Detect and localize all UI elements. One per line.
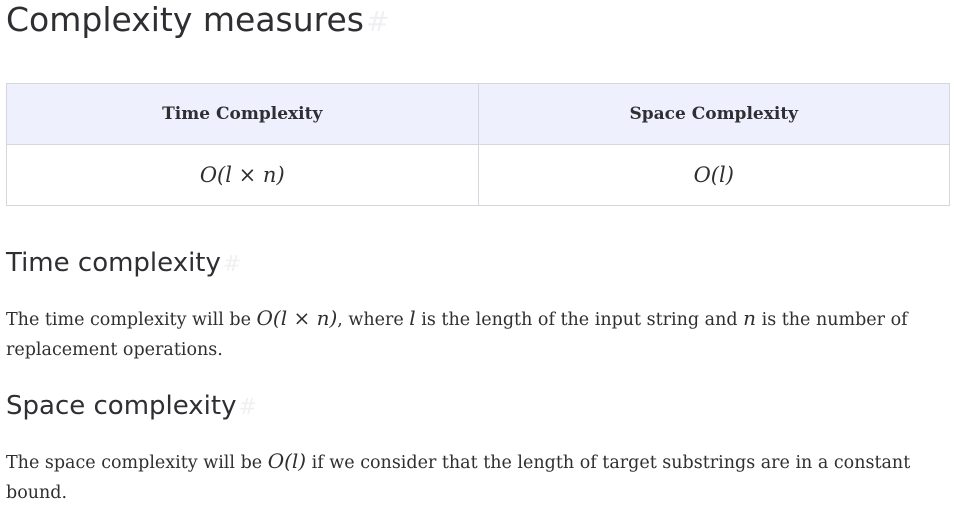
complexity-table: Time Complexity Space Complexity O(l × n… [6,83,950,206]
table-header-row: Time Complexity Space Complexity [6,83,950,145]
space-complexity-expression: O(l) [267,449,307,473]
variable-n: n [743,306,757,330]
time-text-before: The time complexity will be [6,310,257,330]
space-text-before: The space complexity will be [6,453,268,473]
space-complexity-anchor-link[interactable]: # [238,395,256,420]
page-title-text: Complexity measures [6,0,364,39]
space-complexity-heading: Space complexity# [6,388,257,426]
time-complexity-heading: Time complexity# [6,245,241,283]
time-text-mid2: is the length of the input string and [415,310,744,330]
time-complexity-anchor-link[interactable]: # [223,252,241,277]
cell-space-complexity: O(l) [477,144,950,206]
time-complexity-heading-text: Time complexity [6,248,221,278]
page-title: Complexity measures# [6,0,389,44]
table-row: O(l × n) O(l) [6,144,950,206]
space-complexity-paragraph: The space complexity will be O(l) if we … [6,446,946,508]
time-complexity-expression: O(l × n) [256,306,338,330]
header-time-complexity: Time Complexity [6,83,479,145]
cell-time-complexity: O(l × n) [6,144,479,206]
space-complexity-heading-text: Space complexity [6,391,237,421]
time-text-mid1: , where [337,310,410,330]
heading-anchor-link[interactable]: # [366,5,389,38]
header-space-complexity: Space Complexity [477,83,950,145]
time-complexity-paragraph: The time complexity will be O(l × n), wh… [6,303,946,365]
